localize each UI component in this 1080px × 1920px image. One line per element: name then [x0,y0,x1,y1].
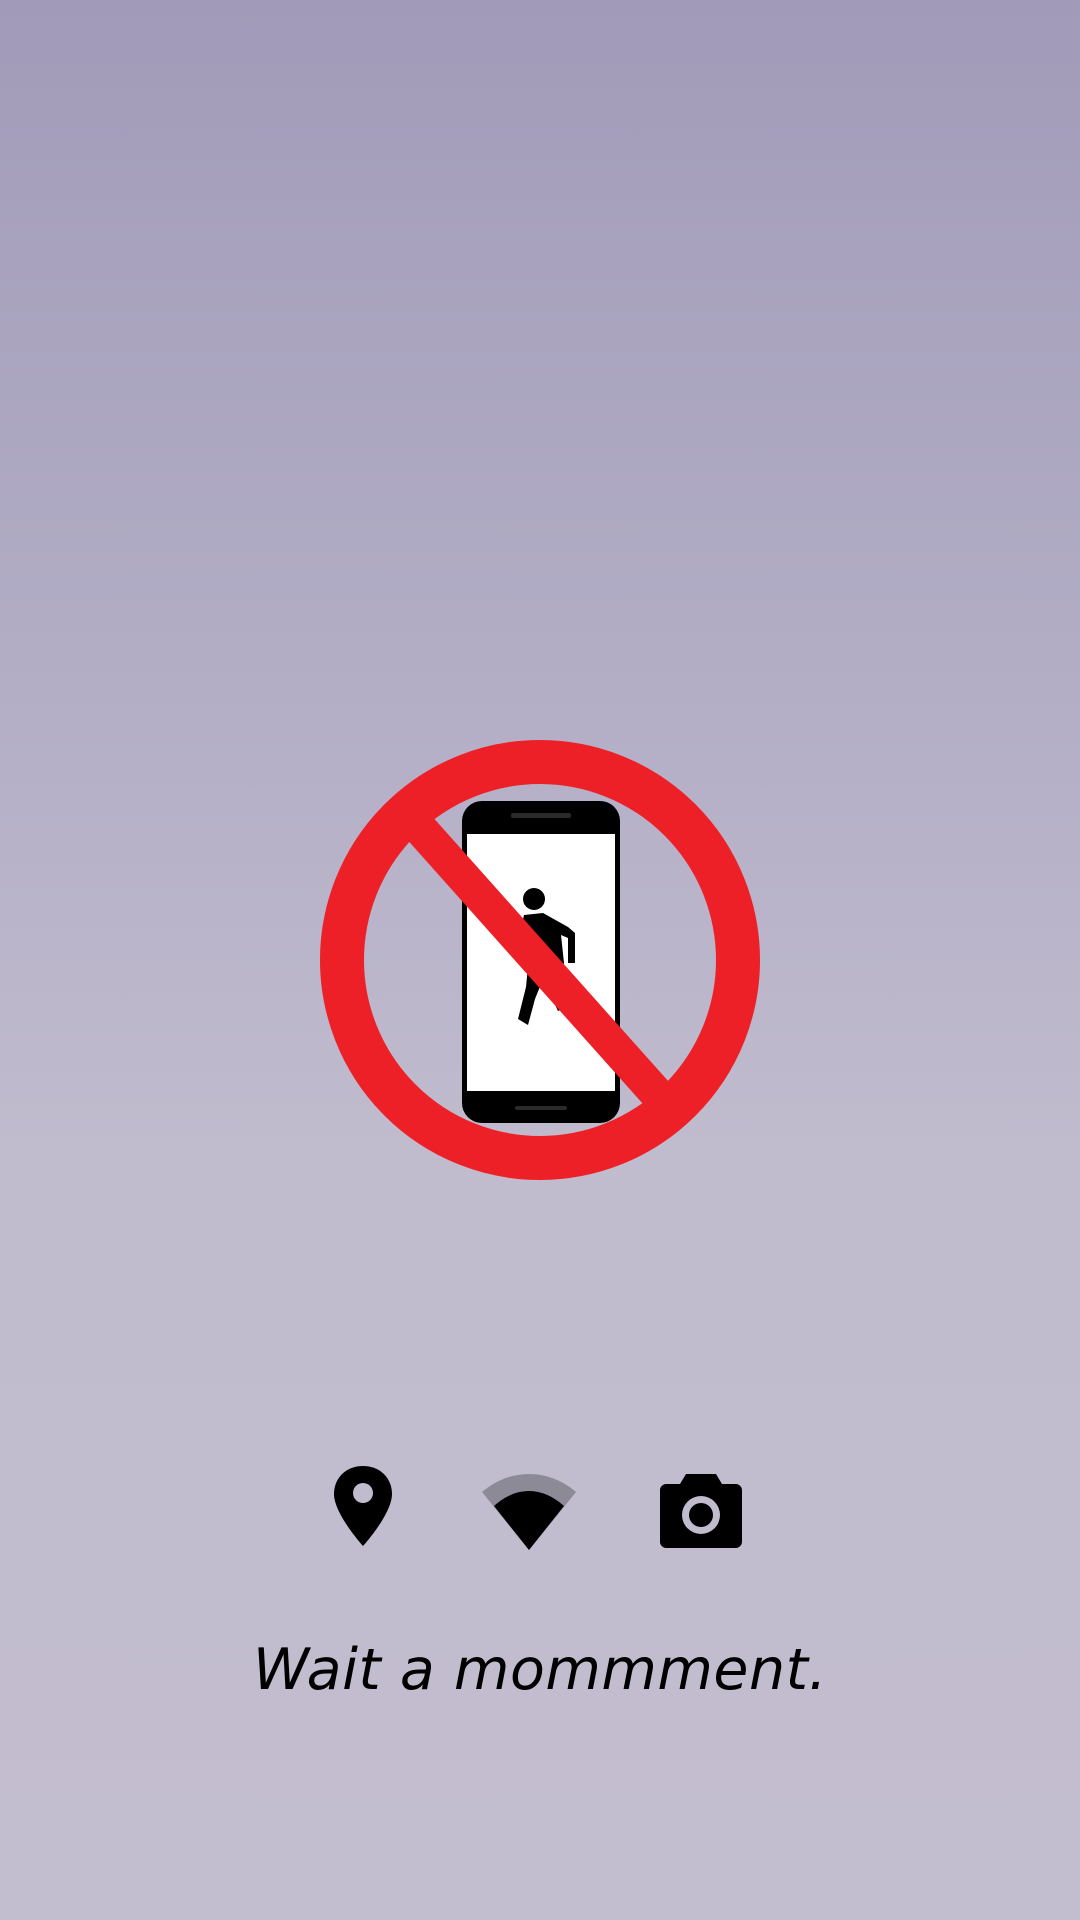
permission-icons [330,1462,750,1552]
camera-icon [660,1462,742,1552]
loading-message: Wait a mommment. [252,1637,828,1703]
location-pin-icon [332,1462,394,1552]
wifi-icon [480,1462,578,1552]
no-phone-while-walking-icon [317,737,763,1183]
loading-screen: Wait a mommment. [0,0,1080,1920]
